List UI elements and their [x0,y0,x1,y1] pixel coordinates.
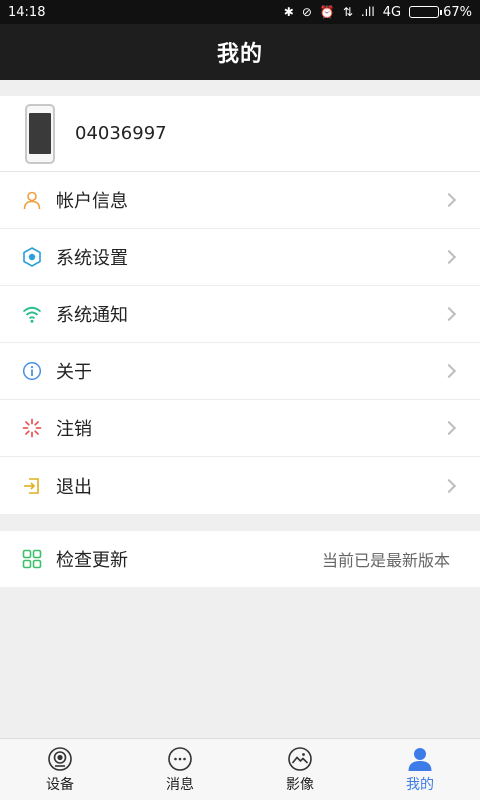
device-card[interactable]: 04036997 [0,96,480,172]
tab-device[interactable]: 设备 [0,739,120,800]
check-update-row[interactable]: 检查更新 当前已是最新版本 [0,531,480,587]
chevron-right-icon [441,363,457,379]
settings-icon [22,247,42,267]
menu-item-logout[interactable]: 注销 [0,400,480,457]
tab-label: 影像 [286,776,314,793]
menu-label: 退出 [56,476,92,498]
chevron-right-icon [441,306,457,322]
tab-profile[interactable]: 我的 [360,739,480,800]
chevron-right-icon [441,420,457,436]
menu-label: 注销 [56,419,92,440]
menu-item-about[interactable]: 关于 [0,343,480,400]
chevron-right-icon [441,192,457,208]
chevron-right-icon [441,249,457,265]
bottom-tab-bar: 设备 消息 影像 我的 [0,738,480,800]
status-indicators: ✱ ⊘ ⏰ ⇅ .ıll 4G 67% [284,5,472,20]
device-icon [48,746,72,771]
menu-label: 系统通知 [56,305,128,326]
page-title: 我的 [216,42,263,67]
device-id: 04036997 [75,123,167,144]
update-grid-icon [22,549,42,569]
message-icon [168,746,192,771]
app-header: 我的 [0,24,480,80]
phone-icon [25,103,55,164]
tab-label: 设备 [46,776,74,793]
menu-item-system-notifications[interactable]: 系统通知 [0,286,480,343]
profile-icon [408,747,432,771]
tab-label: 消息 [166,776,194,793]
network-type: 4G [382,4,402,20]
data-transfer-icon: ⇅ [342,5,353,19]
battery-indicator: 67% [409,5,472,20]
status-bar: 14:18 ✱ ⊘ ⏰ ⇅ .ıll 4G 67% [0,0,480,24]
info-icon [22,361,42,381]
bluetooth-icon: ✱ [283,5,294,19]
menu-item-account-info[interactable]: 帐户信息 [0,172,480,229]
tab-messages[interactable]: 消息 [120,739,240,800]
wifi-icon [22,304,42,324]
tab-label: 我的 [406,776,434,793]
person-icon [22,190,42,210]
check-update-label: 检查更新 [56,550,128,571]
menu-label: 关于 [56,362,92,383]
exit-icon [22,476,42,496]
menu-item-exit[interactable]: 退出 [0,457,480,514]
chevron-right-icon [441,478,457,493]
settings-menu: 帐户信息 系统设置 系统通知 关于 注销 退出 [0,172,480,514]
battery-icon [409,6,443,18]
menu-label: 帐户信息 [56,191,128,212]
logout-spinner-icon [22,418,42,438]
menu-label: 系统设置 [56,248,128,269]
image-icon [288,746,312,771]
menu-item-system-settings[interactable]: 系统设置 [0,229,480,286]
update-status: 当前已是最新版本 [321,551,450,570]
signal-icon: .ıll [360,5,375,19]
alarm-icon: ⏰ [319,5,335,19]
status-time: 14:18 [8,4,46,20]
tab-images[interactable]: 影像 [240,739,360,800]
vibrate-icon: ⊘ [301,5,312,19]
battery-percent: 67% [443,4,472,20]
